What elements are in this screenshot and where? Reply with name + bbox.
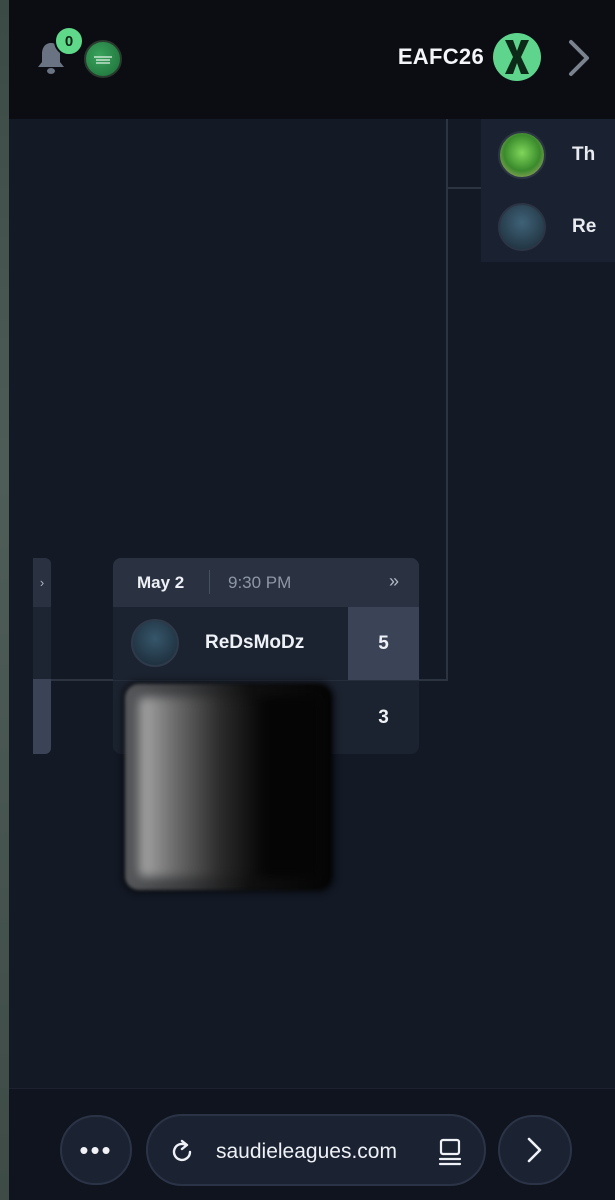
divider: [209, 570, 210, 594]
tabs-icon[interactable]: [436, 1137, 464, 1167]
match-header: May 2 9:30 PM »: [113, 558, 419, 607]
avatar: [498, 131, 546, 179]
match-time: 9:30 PM: [228, 573, 292, 592]
avatar: [131, 619, 179, 667]
chevron-right-icon: ›: [33, 558, 51, 607]
chevron-right-icon[interactable]: [565, 38, 593, 78]
match-date: May 2: [137, 573, 185, 592]
left-edge-strip: [0, 0, 9, 1200]
previous-match-card[interactable]: ›: [33, 558, 51, 754]
player-row[interactable]: ReDsMoDz 5: [113, 607, 419, 680]
side-player-row[interactable]: Re: [481, 191, 615, 263]
bracket-line: [51, 679, 113, 681]
game-title: EAFC26: [397, 44, 484, 69]
next-round-match-card[interactable]: Th Re: [481, 119, 615, 262]
blurred-avatar-image: [139, 697, 319, 877]
notification-count-badge: 0: [54, 26, 84, 56]
player-name: Th: [572, 144, 596, 165]
url-text: saudieleagues.com: [216, 1140, 397, 1163]
address-bar[interactable]: saudieleagues.com: [146, 1114, 486, 1186]
more-menu-button[interactable]: •••: [60, 1115, 132, 1185]
bracket-line: [446, 119, 448, 681]
side-player-row[interactable]: Th: [481, 119, 615, 191]
saudi-flag-icon[interactable]: [84, 40, 122, 78]
player-name: Re: [572, 216, 597, 237]
bracket-line: [446, 187, 481, 189]
reload-icon[interactable]: [168, 1138, 196, 1166]
game-logo-icon[interactable]: [493, 33, 541, 81]
player-name: ReDsMoDz: [205, 632, 305, 653]
more-dots-icon: •••: [79, 1134, 113, 1165]
bracket-line: [419, 679, 448, 681]
forward-button[interactable]: [498, 1115, 572, 1185]
score-cell: 5: [348, 607, 419, 680]
chevron-right-icon: [527, 1137, 542, 1163]
score-cell: 3: [378, 706, 389, 728]
score-cell: [33, 679, 51, 754]
avatar: [498, 203, 546, 251]
double-chevron-right-icon[interactable]: »: [389, 571, 399, 592]
